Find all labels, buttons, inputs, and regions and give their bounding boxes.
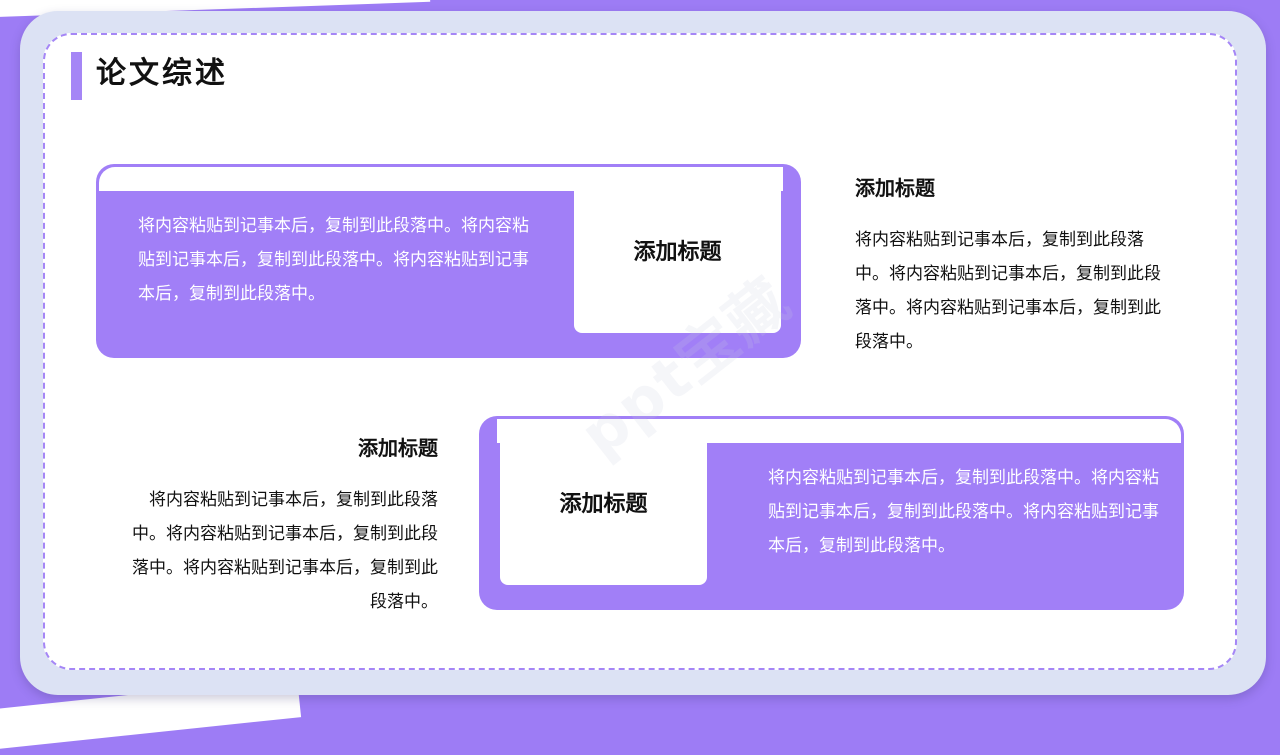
content-card-2: 添加标题 将内容粘贴到记事本后，复制到此段落中。将内容粘贴到记事本后，复制到此段… (479, 416, 1184, 610)
side-block-right-title: 添加标题 (855, 176, 935, 200)
page-title: 论文综述 (96, 56, 228, 91)
side-block-left-title: 添加标题 (358, 436, 438, 460)
card-2-text: 将内容粘贴到记事本后，复制到此段落中。将内容粘贴到记事本后，复制到此段落中。将内… (768, 468, 1159, 556)
content-card-1: 添加标题 将内容粘贴到记事本后，复制到此段落中。将内容粘贴到记事本后，复制到此段… (96, 164, 801, 358)
card-1-label-box: 添加标题 (574, 167, 781, 333)
card-1-text: 将内容粘贴到记事本后，复制到此段落中。将内容粘贴到记事本后，复制到此段落中。将内… (138, 216, 529, 304)
side-block-left-text: 将内容粘贴到记事本后，复制到此段落中。将内容粘贴到记事本后，复制到此段落中。将内… (132, 490, 438, 612)
card-2-label-box: 添加标题 (500, 419, 707, 585)
side-block-left: 添加标题 将内容粘贴到记事本后，复制到此段落中。将内容粘贴到记事本后，复制到此段… (118, 433, 438, 619)
side-block-right-text: 将内容粘贴到记事本后，复制到此段落中。将内容粘贴到记事本后，复制到此段落中。将内… (855, 230, 1161, 352)
card-2-title: 添加标题 (559, 492, 648, 517)
title-accent-bar (71, 52, 82, 100)
card-1-title: 添加标题 (633, 240, 722, 265)
side-block-right: 添加标题 将内容粘贴到记事本后，复制到此段落中。将内容粘贴到记事本后，复制到此段… (855, 173, 1175, 359)
